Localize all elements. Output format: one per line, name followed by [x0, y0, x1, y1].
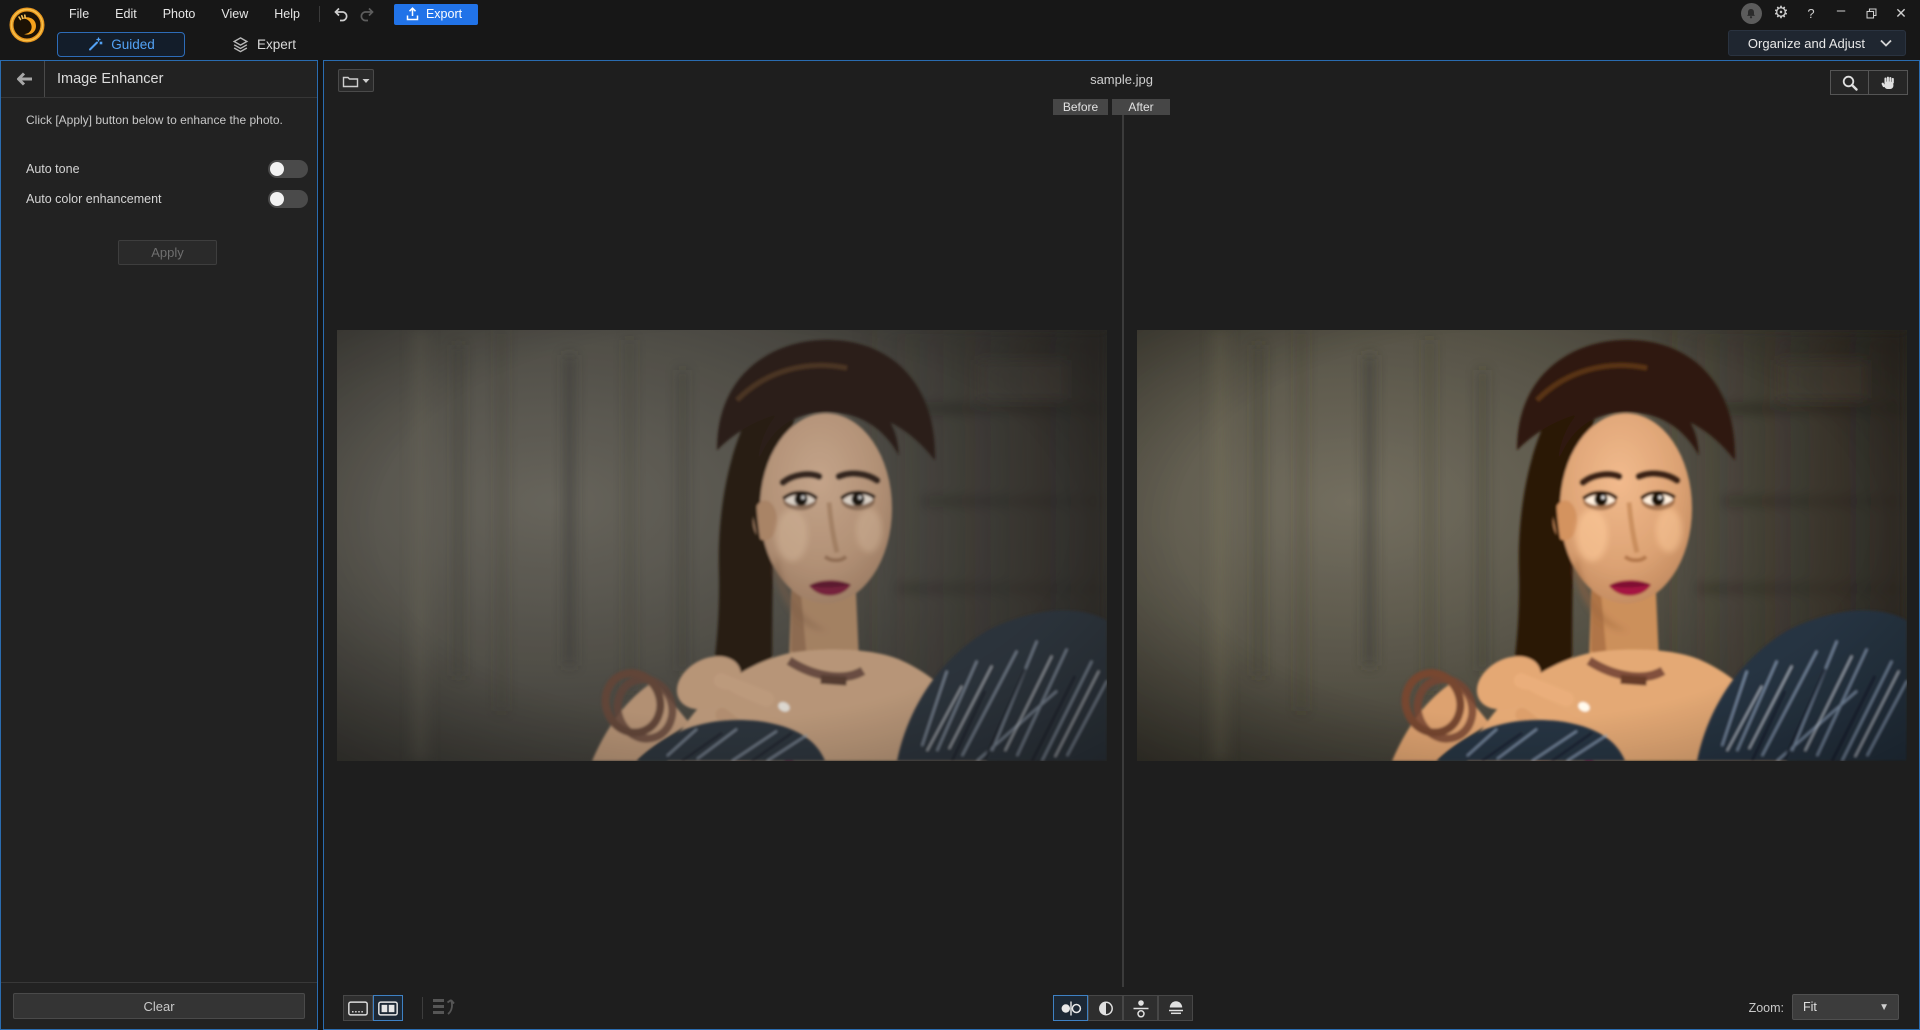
split-top-bottom-button[interactable] [1158, 995, 1193, 1021]
export-icon [406, 7, 419, 21]
auto-tone-row: Auto tone [1, 154, 317, 184]
after-image[interactable] [1137, 330, 1907, 761]
filename-label: sample.jpg [324, 72, 1919, 87]
window-controls: ⚙ ? – ✕ [1738, 0, 1914, 26]
panel-footer: Clear [1, 982, 317, 1029]
toggle-list: Auto tone Auto color enhancement [1, 154, 317, 214]
clear-button[interactable]: Clear [13, 993, 305, 1019]
auto-tone-label: Auto tone [26, 162, 80, 176]
after-label-chip[interactable]: After [1112, 99, 1170, 115]
help-icon: ? [1807, 6, 1814, 21]
dropdown-arrow-icon: ▼ [1879, 1002, 1889, 1013]
menu-edit[interactable]: Edit [104, 4, 148, 24]
chevron-down-icon [1879, 38, 1893, 48]
toggle-knob [270, 192, 284, 206]
toggle-knob [270, 162, 284, 176]
copy-adjustments-button[interactable] [432, 997, 458, 1017]
export-button[interactable]: Export [394, 4, 478, 25]
settings-button[interactable]: ⚙ [1768, 2, 1794, 24]
auto-tone-toggle[interactable] [268, 160, 308, 178]
auto-color-row: Auto color enhancement [1, 184, 317, 214]
auto-color-toggle[interactable] [268, 190, 308, 208]
app-window: File Edit Photo View Help Export [0, 0, 1920, 1030]
restore-button[interactable] [1858, 2, 1884, 24]
close-icon: ✕ [1895, 5, 1907, 22]
minimize-icon: – [1837, 2, 1845, 19]
magnifier-icon [1841, 74, 1859, 92]
adjustment-copy-icon [432, 997, 458, 1017]
content-area: Image Enhancer Click [Apply] button belo… [0, 60, 1920, 1030]
toolbar-divider [319, 6, 320, 22]
split-left-right-button[interactable] [1088, 995, 1123, 1021]
compare-side-by-side-button[interactable] [1053, 995, 1088, 1021]
photo-canvas: sample.jpg [323, 60, 1920, 1030]
redo-icon [358, 6, 376, 22]
auto-color-label: Auto color enhancement [26, 192, 162, 206]
tab-guided[interactable]: Guided [57, 32, 185, 57]
tab-guided-label: Guided [111, 37, 155, 52]
apply-button[interactable]: Apply [118, 240, 217, 265]
bell-icon [1741, 3, 1762, 24]
tab-expert-label: Expert [257, 37, 296, 52]
app-logo-icon [7, 5, 47, 45]
menu-view[interactable]: View [210, 4, 259, 24]
split-circle-vertical-icon [1097, 1000, 1115, 1017]
zoom-value: Fit [1803, 1000, 1817, 1014]
mode-tab-bar: Guided Expert Organize and Adjust [0, 28, 1920, 60]
split-circle-horizontal-icon [1167, 1000, 1185, 1017]
notification-button[interactable] [1738, 2, 1764, 24]
redo-button[interactable] [354, 4, 380, 24]
single-view-button[interactable] [343, 995, 373, 1021]
layers-icon [232, 36, 249, 53]
menu-photo[interactable]: Photo [152, 4, 207, 24]
hand-icon [1880, 74, 1897, 92]
viewer-status-bar: Zoom: Fit ▼ [324, 984, 1919, 1029]
minimize-button[interactable]: – [1828, 2, 1854, 24]
single-view-icon [347, 1000, 369, 1017]
panel-title: Image Enhancer [57, 71, 163, 87]
menu-bar: File Edit Photo View Help [58, 4, 311, 24]
restore-icon [1865, 7, 1878, 20]
tab-expert[interactable]: Expert [205, 32, 323, 57]
title-bar: File Edit Photo View Help Export [0, 0, 1920, 28]
workspace-selector[interactable]: Organize and Adjust [1728, 30, 1906, 56]
compare-divider [1122, 115, 1124, 987]
undo-button[interactable] [328, 4, 354, 24]
compare-top-bottom-button[interactable] [1123, 995, 1158, 1021]
gear-icon: ⚙ [1773, 3, 1788, 23]
menu-file[interactable]: File [58, 4, 100, 24]
zoom-tool-button[interactable] [1830, 70, 1869, 95]
before-image[interactable] [337, 330, 1107, 761]
split-view-icon [377, 1000, 399, 1017]
back-arrow-icon [12, 71, 34, 87]
export-label: Export [426, 7, 462, 21]
top-bottom-icon [1132, 999, 1150, 1018]
viewer-tools [1830, 70, 1908, 95]
pan-tool-button[interactable] [1869, 70, 1908, 95]
before-label-chip[interactable]: Before [1053, 99, 1108, 115]
wand-icon [87, 36, 103, 52]
help-button[interactable]: ? [1798, 2, 1824, 24]
panel-header: Image Enhancer [1, 61, 317, 98]
zoom-label: Zoom: [1749, 1001, 1784, 1015]
back-button[interactable] [1, 61, 45, 97]
close-button[interactable]: ✕ [1888, 2, 1914, 24]
side-by-side-icon [1059, 1000, 1083, 1017]
panel-instruction: Click [Apply] button below to enhance th… [1, 98, 317, 128]
menu-help[interactable]: Help [263, 4, 311, 24]
undo-icon [332, 6, 350, 22]
image-enhancer-panel: Image Enhancer Click [Apply] button belo… [0, 60, 318, 1030]
statusbar-divider [422, 997, 423, 1019]
workspace-selector-label: Organize and Adjust [1748, 36, 1865, 51]
zoom-dropdown[interactable]: Fit ▼ [1792, 994, 1899, 1020]
compare-view-button[interactable] [373, 995, 403, 1021]
